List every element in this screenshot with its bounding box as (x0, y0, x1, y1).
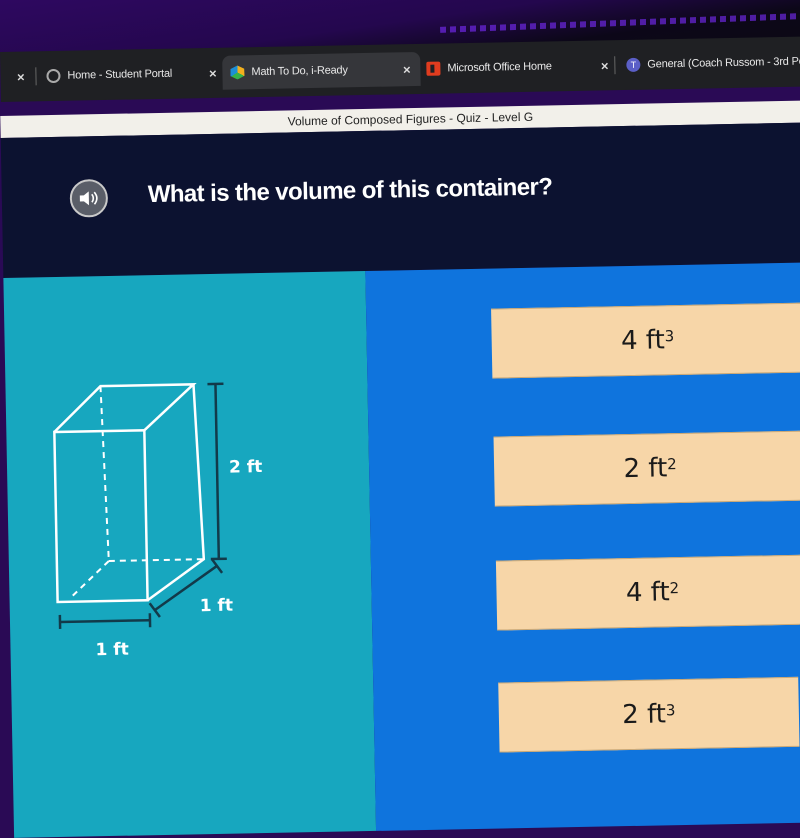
close-icon[interactable]: × (17, 69, 25, 84)
tab-general-teams[interactable]: T General (Coach Russom - 3rd Per × (620, 44, 800, 82)
question-header: What is the volume of this container? (1, 122, 800, 278)
width-label: 1 ft (95, 640, 129, 661)
height-dimension-line (215, 384, 218, 559)
figure-panel: 2 ft 1 ft 1 ft (3, 271, 376, 838)
hidden-edge (109, 559, 204, 561)
prism-front-face (54, 430, 147, 602)
tab-home-student-portal[interactable]: Home - Student Portal × (40, 56, 227, 94)
tab-microsoft-office-home[interactable]: Microsoft Office Home × (418, 48, 619, 86)
prism-right-face (143, 384, 204, 600)
hidden-edge (69, 561, 110, 599)
answer-option-1[interactable]: 4 ft3 (491, 303, 800, 379)
answer-number: 2 (622, 700, 639, 730)
answers-panel: 4 ft3 2 ft2 4 ft2 2 ft3 (365, 262, 800, 831)
answer-exponent: 2 (669, 579, 679, 597)
close-icon[interactable]: × (403, 62, 411, 77)
width-dimension-line (60, 620, 150, 622)
answer-exponent: 2 (667, 455, 677, 473)
audio-button[interactable] (70, 179, 109, 218)
prism-figure (45, 362, 311, 687)
teams-icon: T (626, 58, 640, 72)
tab-label: Home - Student Portal (67, 68, 172, 82)
answer-number: 4 (626, 578, 643, 608)
answer-unit: ft (647, 699, 666, 729)
height-label: 2 ft (229, 457, 263, 478)
hidden-edge (100, 386, 108, 561)
close-icon[interactable]: × (209, 65, 217, 80)
answer-exponent: 3 (666, 701, 676, 719)
depth-label: 1 ft (200, 596, 234, 617)
tab-math-to-do-iready[interactable]: Math To Do, i-Ready × (222, 52, 421, 90)
speaker-icon (78, 189, 100, 207)
answer-option-3[interactable]: 4 ft2 (496, 555, 800, 631)
answer-unit: ft (650, 577, 669, 607)
iready-icon (230, 65, 244, 79)
tab-label: Math To Do, i-Ready (251, 64, 347, 78)
answer-exponent: 3 (665, 327, 675, 345)
tab-partial[interactable]: × (0, 59, 31, 94)
answer-option-4[interactable]: 2 ft3 (498, 677, 799, 753)
answer-option-2[interactable]: 2 ft2 (494, 431, 800, 507)
tab-separator (35, 67, 36, 85)
quiz-page: Volume of Composed Figures - Quiz - Leve… (0, 86, 800, 822)
answer-number: 2 (623, 454, 640, 484)
prism-top-face (53, 384, 194, 432)
answer-unit: ft (648, 453, 667, 483)
tab-label: General (Coach Russom - 3rd Per (647, 55, 800, 70)
globe-icon (46, 69, 60, 83)
answer-number: 4 (621, 326, 638, 356)
question-text: What is the volume of this container? (148, 173, 553, 209)
close-icon[interactable]: × (601, 58, 609, 73)
answer-unit: ft (646, 325, 665, 355)
tab-label: Microsoft Office Home (447, 60, 552, 74)
office-icon (426, 62, 440, 76)
